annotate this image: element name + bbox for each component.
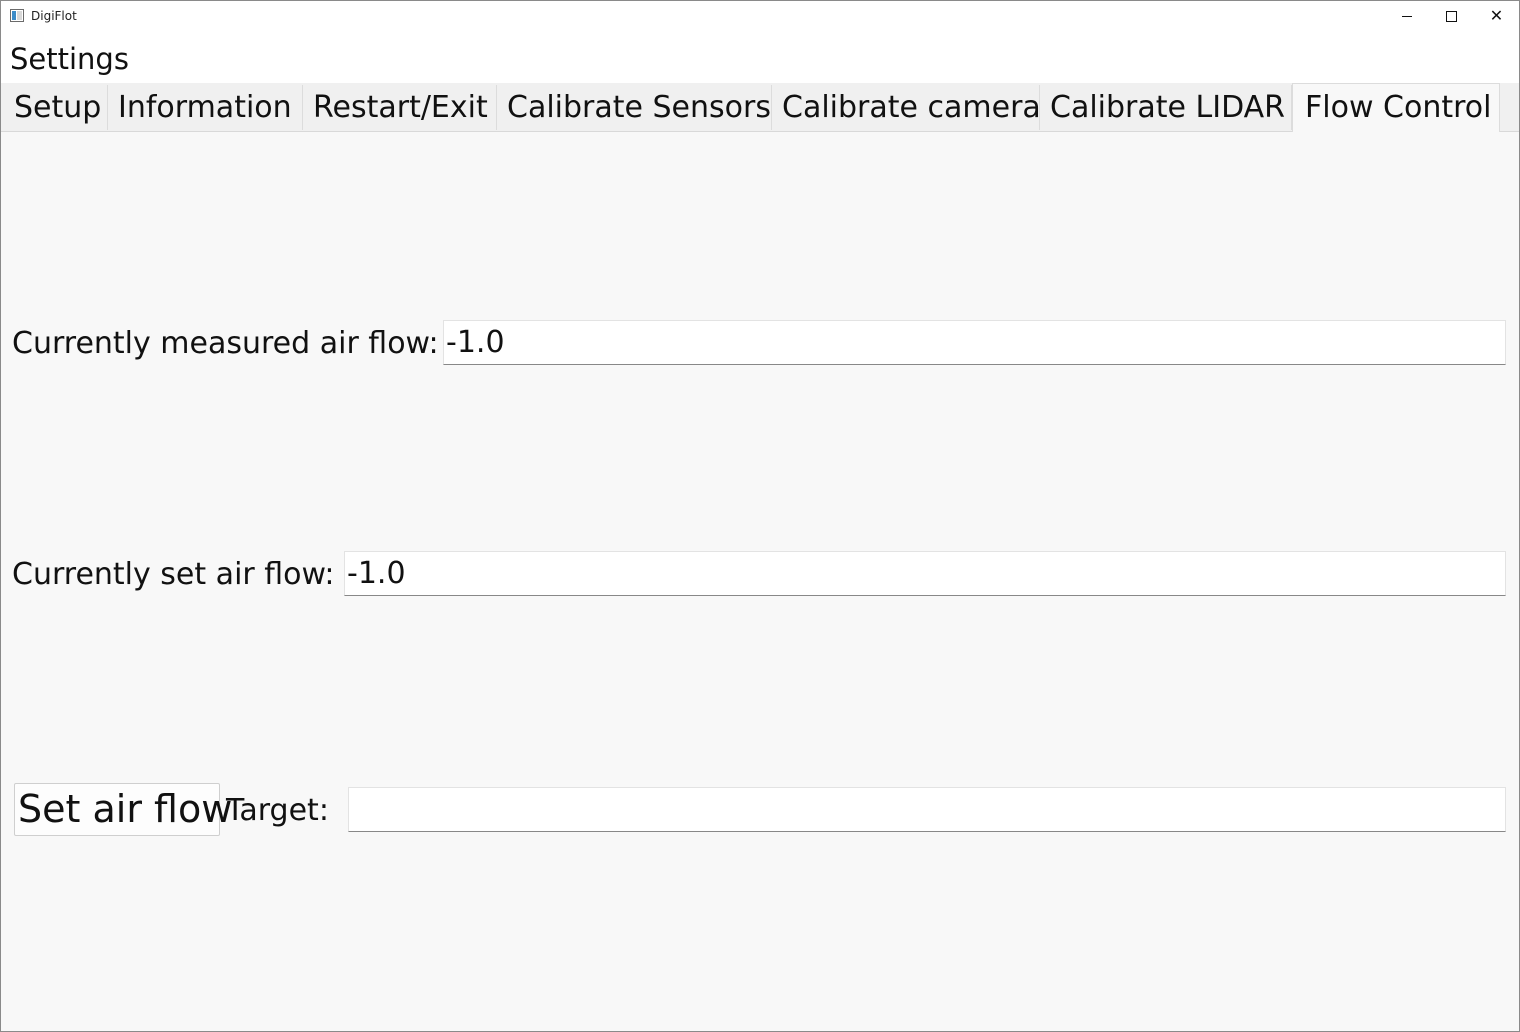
tab-restart-exit[interactable]: Restart/Exit [303,85,497,130]
tab-calibrate-sensors[interactable]: Calibrate Sensors [497,85,772,130]
tab-calibrate-lidar[interactable]: Calibrate LIDAR [1040,85,1292,130]
app-icon [10,9,24,22]
minimize-button[interactable] [1384,1,1429,31]
minimize-icon [1401,15,1412,17]
window-title: DigiFlot [31,9,77,23]
set-airflow-field[interactable]: -1.0 [344,551,1506,596]
tab-bar: Setup Information Restart/Exit Calibrate… [1,83,1519,132]
target-input[interactable] [348,787,1506,832]
menu-settings[interactable]: Settings [10,41,129,77]
measured-airflow-field[interactable]: -1.0 [443,320,1506,365]
app-window: DigiFlot ✕ Settings Setup Information Re… [0,0,1520,1032]
menu-bar: Settings [1,31,1519,83]
measured-airflow-label: Currently measured air flow: [12,326,439,361]
tab-information[interactable]: Information [108,85,303,130]
tab-setup[interactable]: Setup [4,85,108,130]
target-label: Target: [226,793,329,828]
maximize-button[interactable] [1429,1,1474,31]
title-bar: DigiFlot ✕ [1,1,1519,31]
set-airflow-button[interactable]: Set air flow [14,783,232,836]
maximize-icon [1446,10,1457,22]
tab-calibrate-camera[interactable]: Calibrate camera [772,85,1040,130]
close-icon: ✕ [1489,6,1504,25]
close-button[interactable]: ✕ [1474,1,1519,31]
tab-flow-control[interactable]: Flow Control [1292,83,1500,132]
set-airflow-label: Currently set air flow: [12,557,335,592]
